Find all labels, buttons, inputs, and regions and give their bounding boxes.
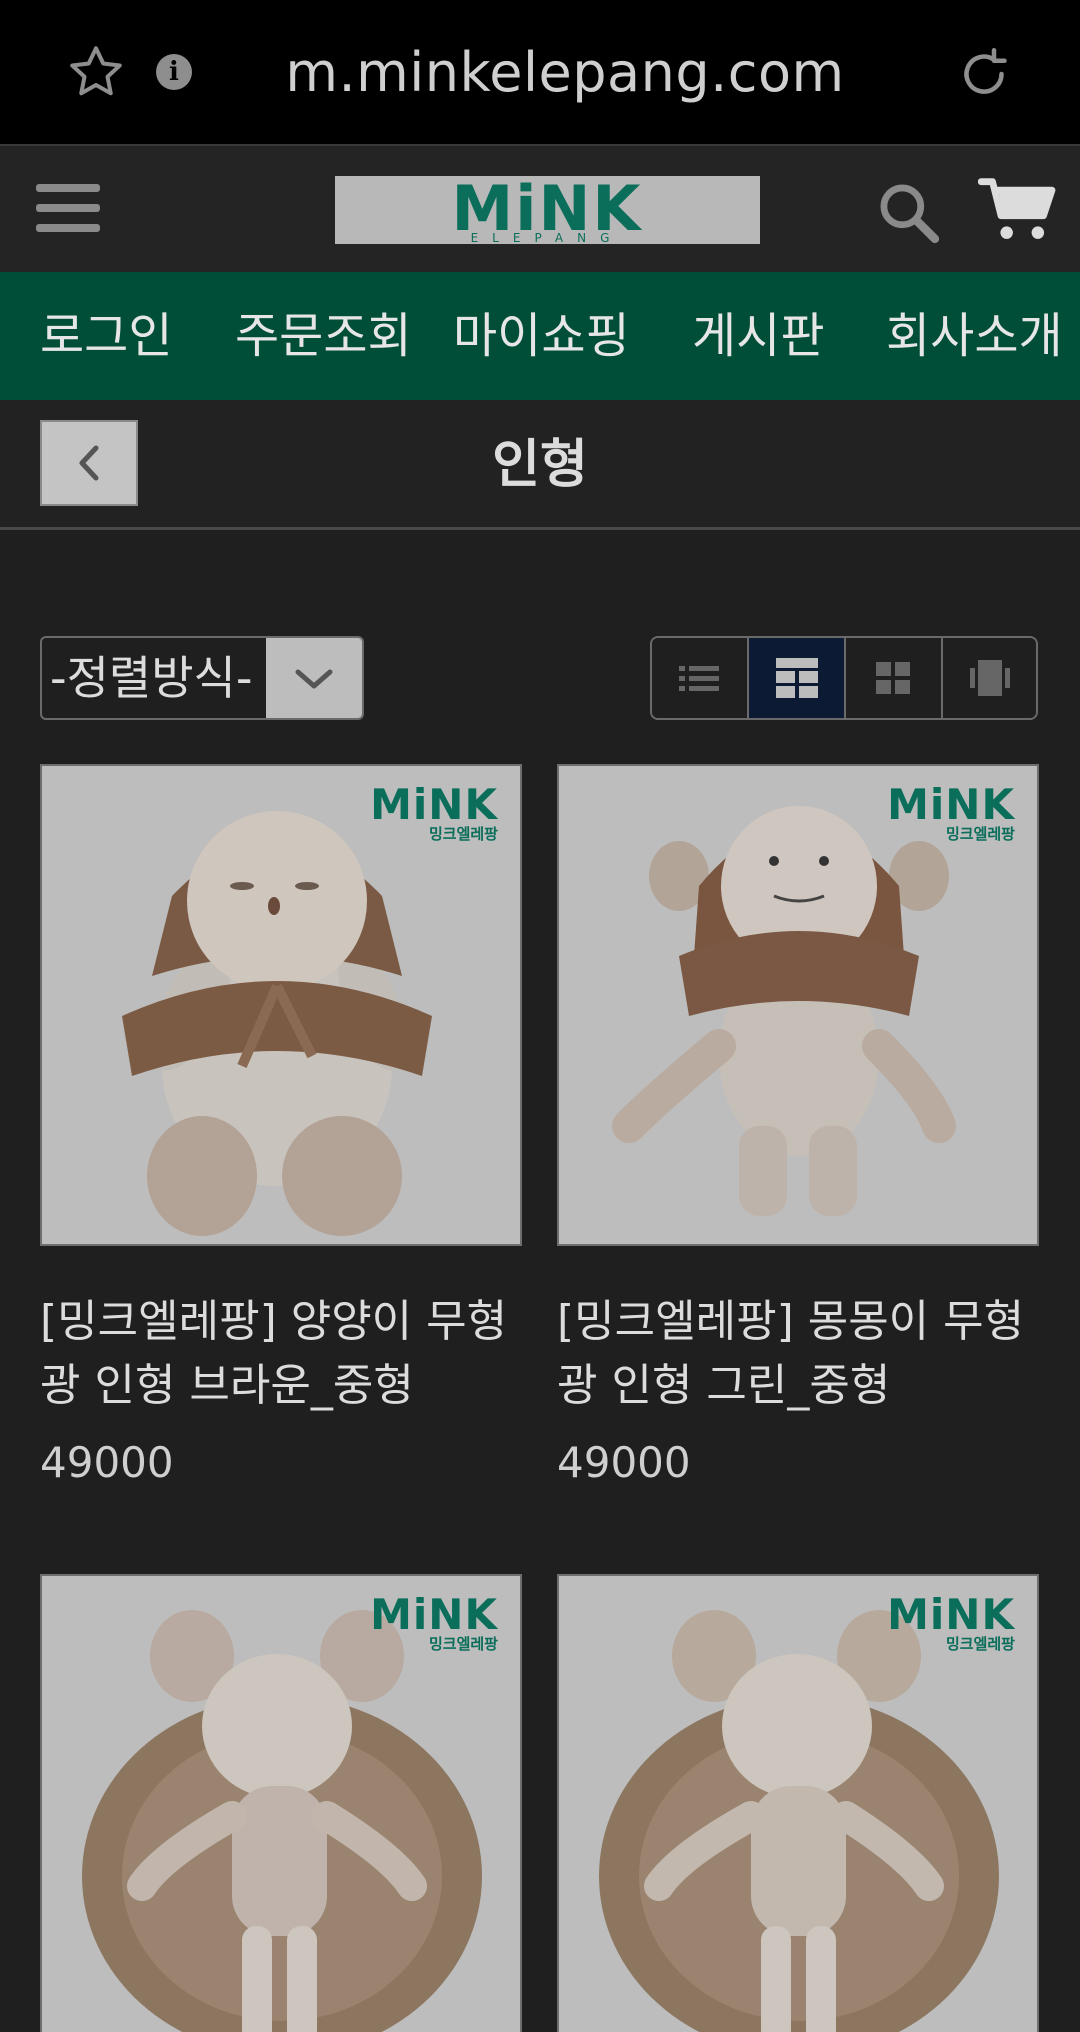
product-name[interactable]: [밍크엘레팡] 몽몽이 무형광 인형 그린_중형 xyxy=(557,1290,1039,1418)
info-icon[interactable]: i xyxy=(156,54,192,90)
sort-dropdown-button[interactable] xyxy=(266,638,362,718)
gallery-view-icon xyxy=(776,658,818,698)
product-price: 49000 xyxy=(40,1438,174,1487)
product-image[interactable]: MiNK 밍크엘레팡 xyxy=(557,764,1039,1246)
site-logo[interactable]: MiNK ELEPANG xyxy=(335,172,760,245)
product-card[interactable]: MiNK 밍크엘레팡 [밍크엘레팡] 몽몽이 무형광 인형 그린_중형 4900… xyxy=(557,764,1039,1487)
product-watermark: MiNK 밍크엘레팡 xyxy=(370,780,498,843)
nav-item-order-lookup[interactable]: 주문조회 xyxy=(235,272,412,400)
product-name[interactable]: [밍크엘레팡] 양양이 무형광 인형 브라운_중형 xyxy=(40,1290,522,1418)
menu-icon[interactable] xyxy=(36,184,100,240)
product-card[interactable]: MiNK 밍크엘레팡 xyxy=(557,1574,1039,2032)
logo-subtext: ELEPANG xyxy=(471,231,624,244)
cart-icon[interactable] xyxy=(978,176,1058,244)
product-watermark: MiNK 밍크엘레팡 xyxy=(370,1590,498,1653)
product-image[interactable]: MiNK 밍크엘레팡 xyxy=(40,764,522,1246)
product-watermark: MiNK 밍크엘레팡 xyxy=(887,780,1015,843)
reload-icon[interactable] xyxy=(954,44,1014,104)
chevron-down-icon xyxy=(295,669,333,689)
browser-url-bar: i m.minkelepang.com xyxy=(0,0,1080,144)
view-list-button[interactable] xyxy=(652,638,749,718)
product-watermark: MiNK 밍크엘레팡 xyxy=(887,1590,1015,1653)
product-card[interactable]: MiNK 밍크엘레팡 xyxy=(40,1574,522,2032)
product-image[interactable]: MiNK 밍크엘레팡 xyxy=(40,1574,522,2032)
nav-item-board[interactable]: 게시판 xyxy=(692,272,824,400)
product-price: 49000 xyxy=(557,1438,691,1487)
view-slide-button[interactable] xyxy=(943,638,1036,718)
url-text[interactable]: m.minkelepang.com xyxy=(230,38,900,108)
grid-view-icon xyxy=(876,662,910,694)
list-view-icon xyxy=(679,666,719,691)
slide-view-icon xyxy=(970,660,1010,696)
star-icon[interactable] xyxy=(66,42,126,102)
view-mode-toggle xyxy=(650,636,1038,720)
product-image[interactable]: MiNK 밍크엘레팡 xyxy=(557,1574,1039,2032)
view-grid-button[interactable] xyxy=(846,638,943,718)
sort-select[interactable]: -정렬방식- xyxy=(40,636,364,720)
site-header: MiNK ELEPANG xyxy=(0,144,1080,272)
product-card[interactable]: MiNK 밍크엘레팡 [밍크엘레팡] 양양이 무형광 인형 브라운_중형 490… xyxy=(40,764,522,1487)
search-icon[interactable] xyxy=(874,178,942,246)
main-nav: 로그인 주문조회 마이쇼핑 게시판 회사소개 xyxy=(0,272,1080,400)
nav-item-login[interactable]: 로그인 xyxy=(40,272,172,400)
nav-item-company-info[interactable]: 회사소개 xyxy=(886,272,1063,400)
category-title-bar: 인형 xyxy=(0,400,1080,530)
nav-item-my-shopping[interactable]: 마이쇼핑 xyxy=(453,272,630,400)
view-gallery-button[interactable] xyxy=(749,638,846,718)
sort-select-value: -정렬방식- xyxy=(50,651,253,705)
page-title: 인형 xyxy=(492,435,588,495)
